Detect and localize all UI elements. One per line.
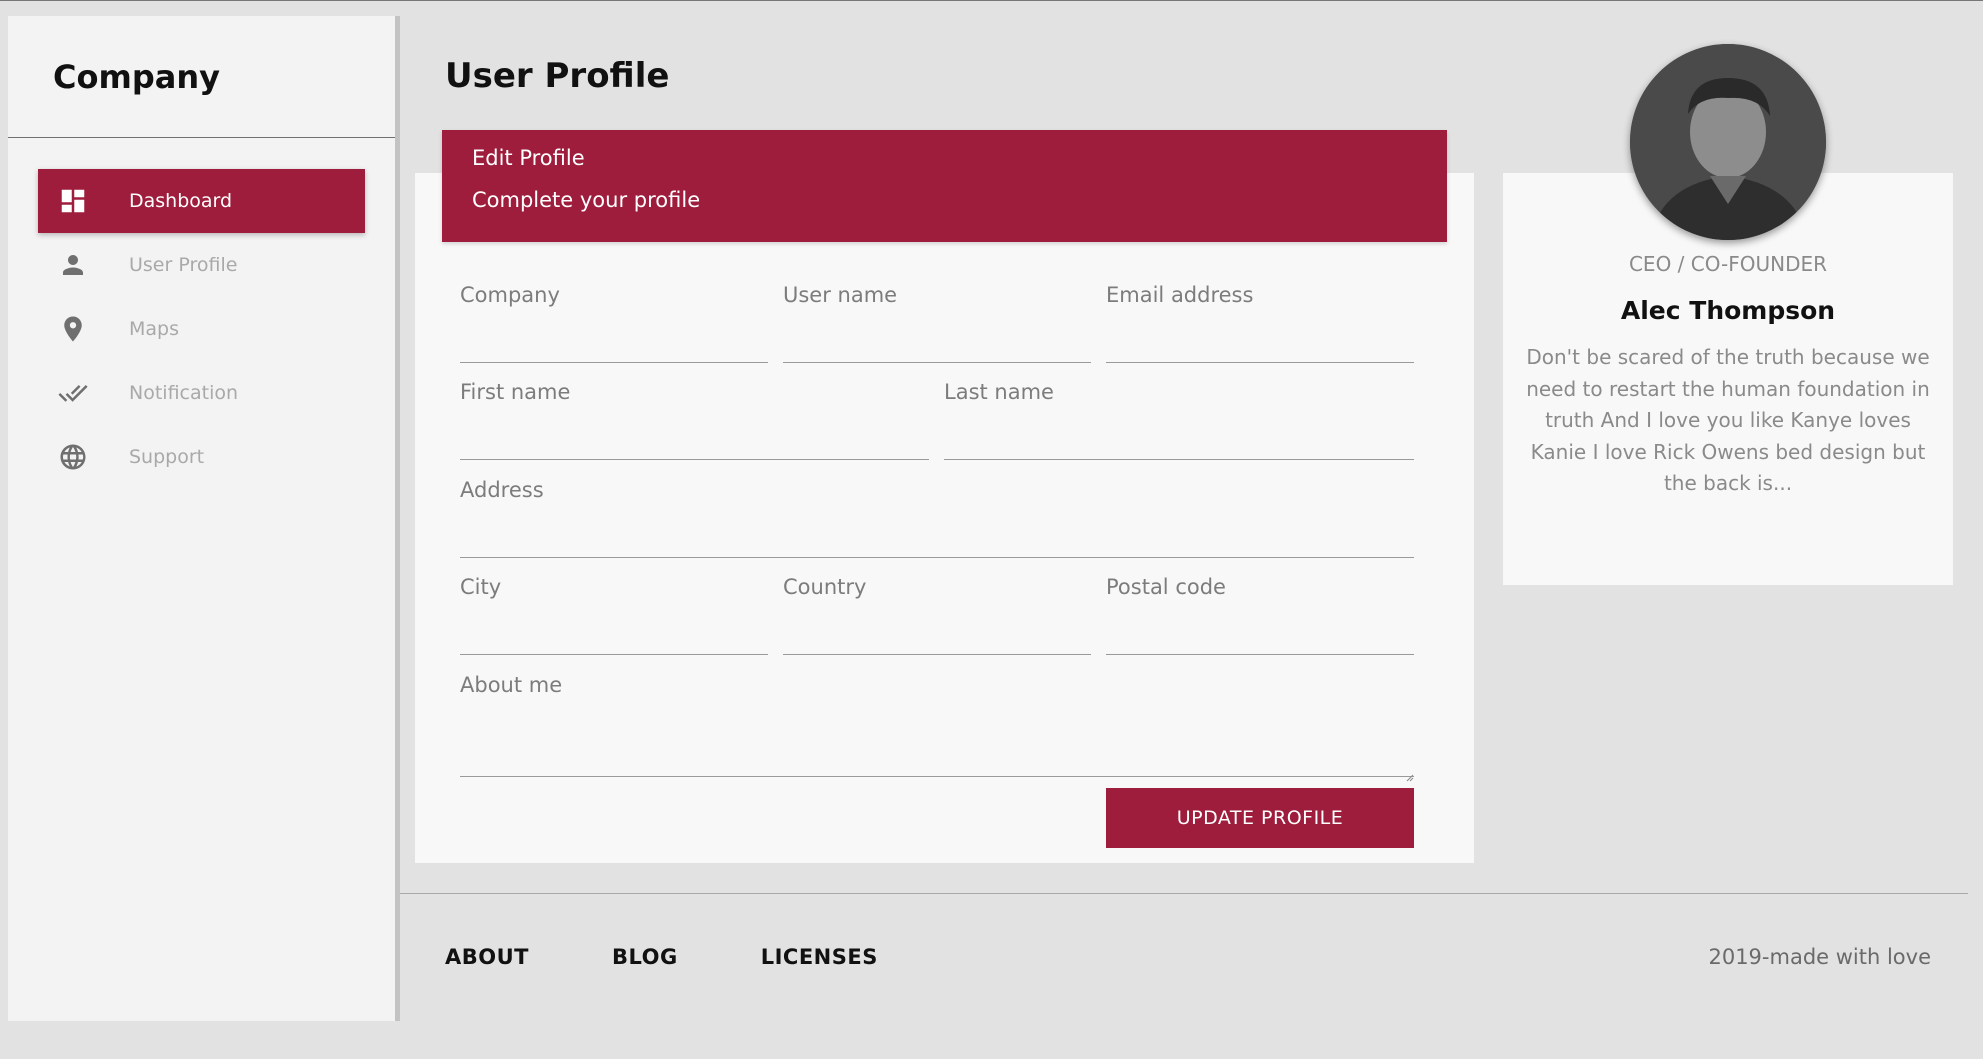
update-profile-button[interactable]: UPDATE PROFILE [1106,788,1414,848]
field-underline [460,557,1414,558]
copyright-text: 2019-made with love [1708,945,1931,969]
city-label: City [460,575,502,599]
postal-code-field[interactable]: Postal code [1106,575,1414,655]
sidebar-item-maps[interactable]: Maps [38,297,365,361]
company-label: Company [460,283,560,307]
footer-link-blog[interactable]: BLOG [612,945,678,969]
sidebar-item-label: Support [129,446,205,468]
profile-bio: Don't be scared of the truth because we … [1526,345,1930,495]
top-border [0,0,1983,1]
field-underline [944,459,1414,460]
company-field[interactable]: Company [460,283,768,363]
postal-code-input[interactable] [1106,623,1414,653]
city-input[interactable] [460,623,768,653]
avatar-portrait-icon [1630,44,1826,240]
footer-link-licenses[interactable]: LICENSES [761,945,878,969]
country-input[interactable] [783,623,1091,653]
company-input[interactable] [460,331,768,361]
sidebar-item-label: User Profile [129,254,238,276]
brand-title: Company [8,16,395,138]
footer-divider [400,893,1968,894]
city-field[interactable]: City [460,575,768,655]
double-check-icon [57,377,89,409]
email-field[interactable]: Email address [1106,283,1414,363]
address-field[interactable]: Address [460,478,1414,558]
resize-handle-icon[interactable] [1406,767,1414,782]
field-underline [783,654,1091,655]
sidebar-item-user-profile[interactable]: User Profile [38,233,365,297]
about-me-textarea[interactable] [460,715,1414,775]
field-underline [783,362,1091,363]
email-label: Email address [1106,283,1254,307]
avatar [1630,44,1826,240]
address-input[interactable] [460,526,1414,556]
field-underline [460,459,929,460]
footer-nav: ABOUT BLOG LICENSES [445,945,961,969]
sidebar-item-notification[interactable]: Notification [38,361,365,425]
username-field[interactable]: User name [783,283,1091,363]
field-underline [460,776,1414,777]
person-icon [57,249,89,281]
sidebar-item-label: Dashboard [129,190,233,212]
sidebar-item-support[interactable]: Support [38,425,365,489]
card-title: Edit Profile [472,146,585,170]
country-field[interactable]: Country [783,575,1091,655]
dashboard-icon [57,185,89,217]
last-name-input[interactable] [944,428,1414,458]
field-underline [460,654,768,655]
card-subtitle: Complete your profile [472,188,701,212]
first-name-input[interactable] [460,428,929,458]
about-me-field[interactable]: About me [460,673,1414,782]
about-me-label: About me [460,673,563,697]
username-label: User name [783,283,898,307]
sidebar-item-dashboard[interactable]: Dashboard [38,169,365,233]
profile-name: Alec Thompson [1620,296,1836,325]
first-name-field[interactable]: First name [460,380,929,460]
field-underline [1106,654,1414,655]
country-label: Country [783,575,867,599]
sidebar-item-label: Notification [129,382,239,404]
field-underline [1106,362,1414,363]
location-pin-icon [57,313,89,345]
profile-role: CEO / CO-FOUNDER [1628,252,1828,276]
card-header: Edit Profile Complete your profile [442,130,1447,242]
postal-code-label: Postal code [1106,575,1226,599]
globe-icon [57,441,89,473]
field-underline [460,362,768,363]
sidebar-nav: Dashboard User Profile Maps Notification… [8,138,395,489]
username-input[interactable] [783,331,1091,361]
last-name-field[interactable]: Last name [944,380,1414,460]
last-name-label: Last name [944,380,1054,404]
page-title: User Profile [445,56,670,96]
sidebar-item-label: Maps [129,318,179,340]
address-label: Address [460,478,544,502]
sidebar: Company Dashboard User Profile Maps Noti… [8,16,400,1021]
first-name-label: First name [460,380,571,404]
email-input[interactable] [1106,331,1414,361]
footer-link-about[interactable]: ABOUT [445,945,529,969]
